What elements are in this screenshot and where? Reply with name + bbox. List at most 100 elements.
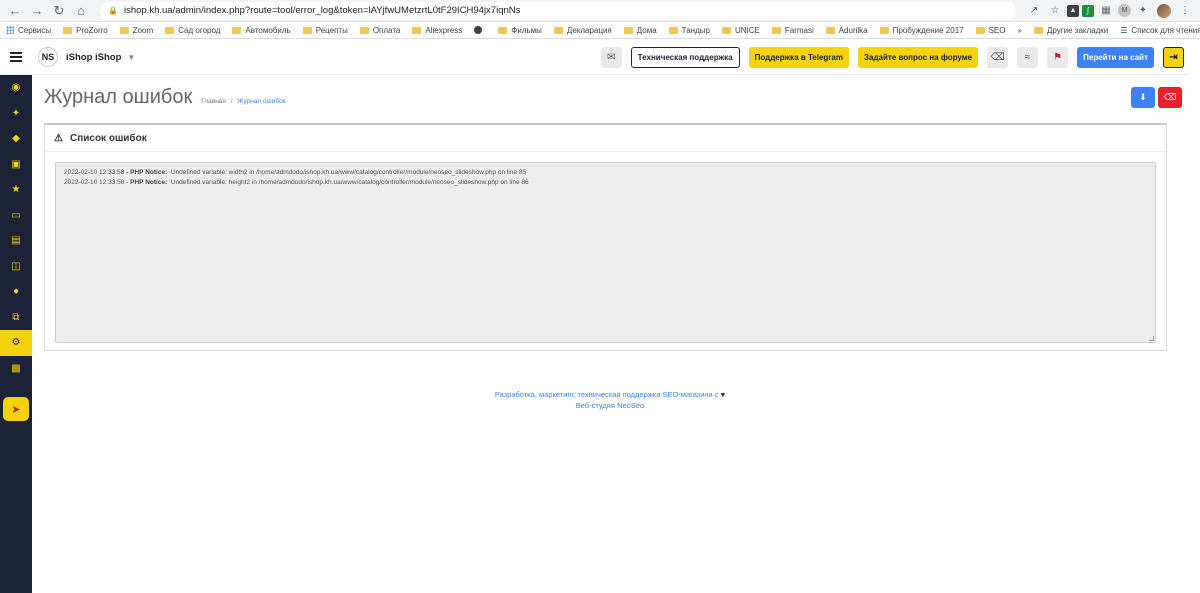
breadcrumb-current[interactable]: Журнал ошибок xyxy=(237,98,285,105)
bookmark-services[interactable]: Сервисы xyxy=(6,26,51,35)
forward-icon[interactable]: → xyxy=(28,2,46,20)
browser-toolbar: ← → ↻ ⌂ 🔒 ishop.kh.ua/admin/index.php?ro… xyxy=(0,0,1200,22)
menu-kebab-icon[interactable]: ⋮ xyxy=(1176,2,1194,20)
folder-icon xyxy=(721,26,731,34)
main-content: Журнал ошибок Главная / Журнал ошибок ⬇ … xyxy=(32,75,1188,593)
home-icon[interactable]: ⌂ xyxy=(72,2,90,20)
forum-question-button[interactable]: Задайте вопрос на форуме xyxy=(857,46,979,68)
bookmark[interactable]: Автомобиль xyxy=(232,26,291,35)
go-to-site-button[interactable]: Перейти на сайт xyxy=(1077,46,1154,68)
error-list-panel: ⚠ Список ошибок 2022-02-10 12:33:58 - PH… xyxy=(44,123,1167,351)
other-bookmarks[interactable]: Другие закладки xyxy=(1033,26,1108,35)
more-bookmarks-icon[interactable]: » xyxy=(1018,26,1022,35)
bookmark[interactable]: Пробуждение 2017 xyxy=(879,26,964,35)
bookmarks-bar: Сервисы ProZorro Zoom Сад огород Автомоб… xyxy=(0,22,1200,39)
admin-topbar: NS iShop iShop ▼ ✉ Техническая поддержка… xyxy=(0,40,1200,75)
resize-handle-icon[interactable] xyxy=(1149,336,1154,341)
reading-list[interactable]: ☰ Список для чтения xyxy=(1120,26,1200,35)
bookmark[interactable]: Дома xyxy=(623,26,657,35)
telegram-support-button[interactable]: Поддержка в Telegram xyxy=(748,46,849,68)
hamburger-menu-icon[interactable] xyxy=(0,40,32,75)
extension-grid-icon[interactable]: ▦ xyxy=(1097,2,1115,20)
bookmark[interactable]: Zoom xyxy=(119,26,153,35)
breadcrumb-separator: / xyxy=(230,98,233,105)
folder-icon xyxy=(879,26,889,34)
chart-icon[interactable]: ▩ xyxy=(0,356,32,382)
bookmark[interactable]: Сад огород xyxy=(165,26,220,35)
magic-wand-icon[interactable]: ✦ xyxy=(0,101,32,127)
browser-avatar[interactable] xyxy=(1155,2,1173,20)
panel-title: Список ошибок xyxy=(69,132,147,144)
notification-bell-icon[interactable]: ⚑ xyxy=(1047,46,1069,68)
heart-icon: ♥ xyxy=(720,390,726,399)
admin-app: NS iShop iShop ▼ ✉ Техническая поддержка… xyxy=(0,40,1200,593)
bookmark-star-icon[interactable]: ☆ xyxy=(1046,2,1064,20)
error-log-textarea[interactable]: 2022-02-10 12:33:58 - PHP Notice: Undefi… xyxy=(55,162,1156,343)
globe-icon xyxy=(474,26,483,34)
address-bar[interactable]: 🔒 ishop.kh.ua/admin/index.php?route=tool… xyxy=(100,1,1016,20)
reload-icon[interactable]: ↻ xyxy=(50,2,68,20)
breadcrumb-home[interactable]: Главная xyxy=(201,98,226,105)
folder-icon xyxy=(553,26,563,34)
folder-icon xyxy=(359,26,369,34)
mail-icon[interactable]: ✉ xyxy=(600,46,622,68)
folder-icon xyxy=(119,26,129,34)
tech-support-button[interactable]: Техническая поддержка xyxy=(630,46,740,68)
star-icon[interactable]: ★ xyxy=(0,177,32,203)
breadcrumb: Главная / Журнал ошибок xyxy=(201,98,285,105)
bookmark[interactable]: Тандыр xyxy=(668,26,710,35)
user-icon[interactable]: ● xyxy=(0,279,32,305)
footer-line[interactable]: Разработка, маркетинг, техническая подде… xyxy=(32,389,1188,400)
document-icon[interactable]: ▤ xyxy=(0,228,32,254)
footer: Разработка, маркетинг, техническая подде… xyxy=(32,389,1188,411)
extensions-puzzle-icon[interactable]: ✦ xyxy=(1134,2,1152,20)
folder-icon xyxy=(623,26,633,34)
page-scrollbar[interactable] xyxy=(1188,40,1200,593)
rocket-icon[interactable]: ➤ xyxy=(3,397,29,421)
folder-icon xyxy=(165,26,175,34)
apps-grid-icon xyxy=(6,26,14,34)
settings-icon[interactable]: ⚙ xyxy=(0,330,32,356)
download-button[interactable]: ⬇ xyxy=(1131,87,1155,108)
bookmark[interactable]: Фильмы xyxy=(498,26,542,35)
share-page-icon[interactable]: ↗ xyxy=(1025,2,1043,20)
puzzle-icon[interactable]: ▣ xyxy=(0,152,32,178)
folder-icon xyxy=(668,26,678,34)
store-name[interactable]: iShop iShop xyxy=(66,52,121,63)
bookmark[interactable]: UNICE xyxy=(721,26,760,35)
log-line: 2022-02-10 12:33:58 - PHP Notice: Undefi… xyxy=(64,169,527,176)
reading-list-icon: ☰ xyxy=(1120,25,1128,35)
extension-icon[interactable]: ▲ xyxy=(1067,4,1079,17)
page-header: Журнал ошибок Главная / Журнал ошибок ⬇ … xyxy=(32,75,1188,120)
eraser-icon: ⌫ xyxy=(1163,92,1177,102)
eraser-icon[interactable]: ⌫ xyxy=(987,46,1009,68)
admin-sidebar: ◉ ✦ ◆ ▣ ★ ▭ ▤ ◫ ● ⧉ ⚙ ▩ ➤ xyxy=(0,75,32,593)
footer-studio-link[interactable]: Веб-студия NeoSeo xyxy=(32,400,1188,411)
profile-m-icon[interactable]: M xyxy=(1118,4,1131,17)
panel-heading: ⚠ Список ошибок xyxy=(45,125,1166,152)
cart-icon[interactable]: ◫ xyxy=(0,254,32,280)
warning-icon: ⚠ xyxy=(54,132,63,144)
bookmark[interactable]: Декларация xyxy=(553,26,612,35)
log-line: 2022-02-10 12:33:58 - PHP Notice: Undefi… xyxy=(64,179,529,186)
folder-icon xyxy=(975,26,985,34)
dashboard-icon[interactable]: ◉ xyxy=(0,75,32,101)
folder-icon xyxy=(771,26,781,34)
bookmark[interactable]: Рецепты xyxy=(302,26,348,35)
share-icon[interactable]: ⧉ xyxy=(0,305,32,331)
tags-icon[interactable]: ◆ xyxy=(0,126,32,152)
back-icon[interactable]: ← xyxy=(6,2,24,20)
bookmark[interactable]: Adurilka xyxy=(825,26,868,35)
bookmark[interactable]: Farmasi xyxy=(771,26,814,35)
extension-green-icon[interactable]: ∫ xyxy=(1082,4,1094,17)
rss-icon[interactable]: ≈ xyxy=(1017,46,1039,68)
bookmark[interactable]: Aliexpress xyxy=(412,26,462,35)
bookmark[interactable]: Оплата xyxy=(359,26,400,35)
clear-log-button[interactable]: ⌫ xyxy=(1158,87,1182,108)
logout-icon[interactable]: ⇥ xyxy=(1163,46,1184,68)
desktop-icon[interactable]: ▭ xyxy=(0,203,32,229)
chevron-down-icon[interactable]: ▼ xyxy=(127,53,135,62)
bookmark[interactable] xyxy=(474,26,486,34)
bookmark[interactable]: ProZorro xyxy=(63,26,108,35)
bookmark[interactable]: SEO xyxy=(975,26,1006,35)
